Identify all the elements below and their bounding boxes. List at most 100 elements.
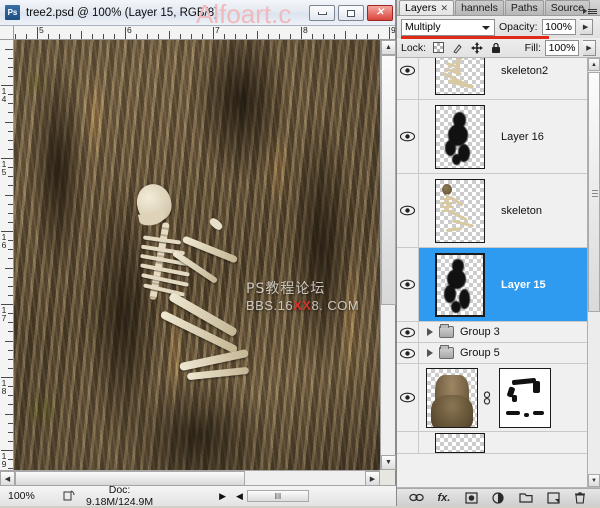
chevron-right-icon[interactable] [427,349,433,357]
canvas-horizontal-scrollbar[interactable]: ◀ ▶ [0,470,380,485]
window-controls: ✕ [309,5,393,21]
tab-layers[interactable]: Layers ✕ [399,0,454,15]
fill-label: Fill: [525,42,541,54]
chevron-right-icon[interactable] [427,328,433,336]
add-layer-mask-icon[interactable] [463,491,479,505]
layer-thumbnail-cell[interactable] [419,433,495,453]
eye-icon [400,348,415,359]
eye-icon [400,392,415,403]
fill-input[interactable]: 100% [545,40,579,56]
eye-icon [400,131,415,142]
close-icon[interactable]: ✕ [441,3,449,14]
link-layers-icon[interactable] [409,491,425,505]
maximize-button[interactable] [338,5,364,21]
tab-layers-label: Layers [405,2,437,14]
panel-menu-icon[interactable] [583,8,597,14]
layer-list[interactable]: skeleton2 [397,58,600,488]
document-titlebar[interactable]: Ps tree2.psd @ 100% (Layer 15, RGB/8) ✕ [0,0,395,26]
red-annotation-line [401,36,549,39]
close-button[interactable]: ✕ [367,5,393,21]
ruler-tick [81,31,82,40]
table-row[interactable]: skeleton2 [397,58,587,100]
layer-thumbnail-cell[interactable] [419,179,495,243]
new-adjustment-layer-icon[interactable] [490,491,506,505]
table-row[interactable]: Group 3 [397,322,587,343]
opacity-label: Opacity: [499,21,538,33]
document-title: tree2.psd @ 100% (Layer 15, RGB/8) [26,7,218,19]
layer-visibility-toggle[interactable] [397,343,419,363]
scroll-left-button[interactable]: ◀ [0,471,15,486]
image-canvas[interactable]: PS教程论坛 BBS.16XX8. COM 思缘设计论坛 WWW.MISSYUA… [14,40,380,470]
scroll-up-button[interactable]: ▲ [381,40,396,55]
skeleton-art [436,58,484,94]
layer-visibility-toggle[interactable] [397,248,419,321]
ruler-tick [345,31,346,40]
layer-visibility-toggle[interactable] [397,58,419,99]
zoom-level-field[interactable]: 100% [4,490,60,502]
lock-image-icon[interactable] [451,41,464,54]
tab-source-label: Source [551,2,584,14]
blend-mode-select[interactable]: Multiply [401,19,495,36]
table-row[interactable]: Group 5 [397,343,587,364]
table-row[interactable]: Layer 16 [397,100,587,174]
table-row[interactable] [397,432,587,454]
scroll-down-button[interactable]: ▼ [381,455,396,470]
table-row[interactable] [397,364,587,432]
panel-tab-bar: Layers ✕ hannels Paths Source [397,0,600,16]
layer-visibility-toggle[interactable] [397,364,419,431]
blend-mode-row: Multiply Opacity: 100% ▶ [397,16,600,38]
tab-paths[interactable]: Paths [505,0,544,15]
scroll-right-button[interactable]: ▶ [365,471,380,486]
photoshop-window: Ps tree2.psd @ 100% (Layer 15, RGB/8) ✕ … [0,0,600,506]
lock-all-icon[interactable] [489,41,502,54]
eye-icon [400,279,415,290]
folder-icon [439,326,454,338]
mask-link-icon[interactable] [481,388,493,408]
layer-scroll-content: skeleton2 [397,58,587,487]
status-prev-arrow[interactable]: ◀ [232,491,247,502]
layer-thumbnail-cell[interactable] [419,368,481,428]
status-menu-arrow[interactable]: ▶ [213,491,232,502]
fill-stepper[interactable]: ▶ [583,40,596,56]
layer-thumbnail-cell[interactable] [419,105,495,169]
layer-visibility-toggle[interactable] [397,322,419,342]
minimize-button[interactable] [309,5,335,21]
ruler-label: 7 [213,26,220,35]
layer-thumbnail-cell[interactable] [419,253,495,317]
vertical-scroll-thumb[interactable] [381,55,396,305]
opacity-input[interactable]: 100% [542,19,576,35]
layers-scroll-thumb[interactable] [588,72,600,312]
status-scroll-thumb[interactable]: ‖‖ [247,490,309,502]
layer-style-fx-icon[interactable]: fx. [436,491,452,505]
scroll-down-button[interactable]: ▼ [588,474,600,487]
document-window: Ps tree2.psd @ 100% (Layer 15, RGB/8) ✕ … [0,0,396,506]
ruler-tick [5,268,14,269]
layer-thumbnail [435,433,485,453]
canvas-vertical-scrollbar[interactable]: ▲ ▼ [380,40,395,470]
opacity-stepper[interactable]: ▶ [580,19,593,35]
ruler-label: 17 [0,306,8,322]
layer-mask-cell[interactable] [493,368,555,428]
tab-channels-label: hannels [461,2,498,14]
tab-channels[interactable]: hannels [455,0,504,15]
new-group-icon[interactable] [518,491,534,505]
ruler-label: 14 [0,87,8,103]
layer-thumbnail-cell[interactable] [419,58,495,95]
scroll-up-button[interactable]: ▲ [588,58,600,71]
table-row[interactable]: skeleton [397,174,587,248]
lock-position-icon[interactable] [470,41,483,54]
layer-name: Group 3 [454,326,500,338]
layer-name: skeleton [495,205,542,217]
delete-layer-icon[interactable] [572,491,588,505]
layer-visibility-toggle[interactable] [397,100,419,173]
layer-visibility-toggle[interactable] [397,432,419,453]
table-row[interactable]: Layer 15 [397,248,587,322]
horizontal-ruler[interactable]: 56789 [14,26,395,40]
resize-grip-icon[interactable] [60,489,76,503]
lock-transparency-icon[interactable] [432,41,445,54]
layer-visibility-toggle[interactable] [397,174,419,247]
lock-row: Lock: Fill: 100% ▶ [397,38,600,58]
new-layer-icon[interactable] [545,491,561,505]
layers-scrollbar[interactable]: ▲ ▼ [587,58,600,487]
vertical-ruler[interactable]: 141516171819 [0,40,14,470]
